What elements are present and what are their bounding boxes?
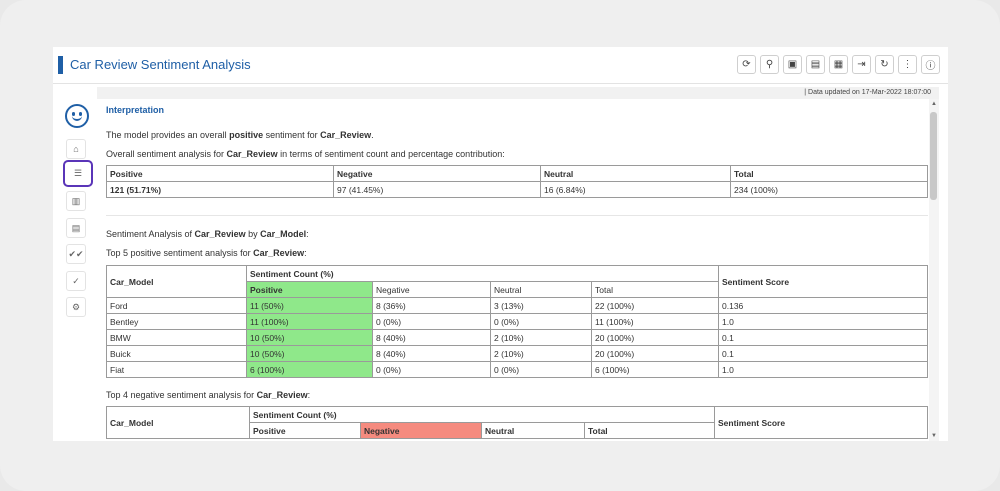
screen-frame: Car Review Sentiment Analysis ⟳ ⚲ ▣ ▤ ▦ … xyxy=(0,0,1000,491)
table-header: Negative xyxy=(333,165,541,182)
table-header: Total xyxy=(591,281,719,298)
table-header: Sentiment Score xyxy=(718,265,928,298)
table-header: Neutral xyxy=(490,281,592,298)
table-cell: 20 (100%) xyxy=(591,345,719,362)
table-row: Fiat 6 (100%) 0 (0%) 0 (0%) 6 (100%) 1.0 xyxy=(106,361,928,378)
divider xyxy=(106,215,928,216)
table-cell: 11 (100%) xyxy=(246,313,373,330)
list-icon[interactable]: ☰ xyxy=(63,160,93,187)
top-negative-title: Top 4 negative sentiment analysis for Ca… xyxy=(106,390,311,400)
report-panel: Car Review Sentiment Analysis ⟳ ⚲ ▣ ▤ ▦ … xyxy=(53,47,948,441)
export-icon[interactable]: ⇥ xyxy=(852,55,871,74)
table-cell: 234 (100%) xyxy=(730,181,928,198)
overall-sentiment-table: Positive Negative Neutral Total 121 (51.… xyxy=(106,165,928,198)
table-cell: 2 (10%) xyxy=(490,329,592,346)
table-cell: 11 (100%) xyxy=(591,313,719,330)
table-header: Sentiment Score xyxy=(714,406,928,439)
table-cell: 2 (10%) xyxy=(490,345,592,362)
check-icon[interactable]: ✓ xyxy=(66,271,86,291)
table-cell: Bentley xyxy=(106,313,247,330)
table-header: Positive xyxy=(106,165,334,182)
table-row: Bentley 11 (100%) 0 (0%) 0 (0%) 11 (100%… xyxy=(106,313,928,330)
table-cell: 0.136 xyxy=(718,297,928,314)
table-cell: 1.0 xyxy=(718,313,928,330)
table-icon[interactable]: ▥ xyxy=(66,191,86,211)
info-icon[interactable]: ⓘ xyxy=(921,55,940,74)
calendar-icon[interactable]: ▦ xyxy=(829,55,848,74)
negative-sentiment-table: Car_Model Sentiment Count (%) Sentiment … xyxy=(106,406,928,439)
table-cell: Ford xyxy=(106,297,247,314)
dots-grid-icon[interactable]: ⋮ xyxy=(898,55,917,74)
table-header: Neutral xyxy=(481,422,585,439)
overall-summary-text: The model provides an overall positive s… xyxy=(106,130,374,140)
table-header: Positive xyxy=(246,281,373,298)
top-positive-title: Top 5 positive sentiment analysis for Ca… xyxy=(106,248,307,258)
table-header: Neutral xyxy=(540,165,731,182)
table-row: Buick 10 (50%) 8 (40%) 2 (10%) 20 (100%)… xyxy=(106,345,928,362)
link-icon[interactable]: ⚲ xyxy=(760,55,779,74)
table-cell: 6 (100%) xyxy=(246,361,373,378)
table-cell: BMW xyxy=(106,329,247,346)
interpretation-heading: Interpretation xyxy=(106,105,165,115)
save-as-icon[interactable]: ▤ xyxy=(806,55,825,74)
scroll-thumb[interactable] xyxy=(930,112,937,200)
table-cell: 8 (40%) xyxy=(372,329,491,346)
positive-sentiment-table: Car_Model Sentiment Count (%) Sentiment … xyxy=(106,265,928,378)
table-cell: 0.1 xyxy=(718,345,928,362)
smiley-mouth xyxy=(72,115,82,121)
smiley-icon xyxy=(65,104,89,128)
table-cell: 0.1 xyxy=(718,329,928,346)
refresh-icon[interactable]: ⟳ xyxy=(737,55,756,74)
table-header: Car_Model xyxy=(106,406,250,439)
table-cell: 22 (100%) xyxy=(591,297,719,314)
table-header: Sentiment Count (%) xyxy=(246,265,719,282)
scroll-up-icon[interactable]: ▲ xyxy=(931,101,937,107)
double-check-icon[interactable]: ✔✔ xyxy=(66,244,86,264)
vertical-scrollbar[interactable]: ▲ ▼ xyxy=(929,99,939,441)
reload-icon[interactable]: ↻ xyxy=(875,55,894,74)
by-model-text: Sentiment Analysis of Car_Review by Car_… xyxy=(106,229,309,239)
table-cell: 8 (40%) xyxy=(372,345,491,362)
table-cell: 10 (50%) xyxy=(246,329,373,346)
table-row: Ford 11 (50%) 8 (36%) 3 (13%) 22 (100%) … xyxy=(106,297,928,314)
table-cell: 97 (41.45%) xyxy=(333,181,541,198)
table-header: Sentiment Count (%) xyxy=(249,406,715,423)
document-icon[interactable]: ▤ xyxy=(66,218,86,238)
table-cell: 6 (100%) xyxy=(591,361,719,378)
table-row: BMW 10 (50%) 8 (40%) 2 (10%) 20 (100%) 0… xyxy=(106,329,928,346)
table-cell: 0 (0%) xyxy=(490,361,592,378)
table-cell: 0 (0%) xyxy=(372,313,491,330)
table-cell: 121 (51.71%) xyxy=(106,181,334,198)
table-cell: 0 (0%) xyxy=(490,313,592,330)
table-cell: 8 (36%) xyxy=(372,297,491,314)
home-icon[interactable]: ⌂ xyxy=(66,139,86,159)
settings-icon[interactable]: ⚙ xyxy=(66,297,86,317)
table-header: Negative xyxy=(372,281,491,298)
table-header: Car_Model xyxy=(106,265,247,298)
table-cell: 3 (13%) xyxy=(490,297,592,314)
sidebar: ⌂ ☰ ▥ ▤ ✔✔ ✓ ⚙ xyxy=(53,84,97,441)
overall-analysis-text: Overall sentiment analysis for Car_Revie… xyxy=(106,149,505,159)
toolbar: ⟳ ⚲ ▣ ▤ ▦ ⇥ ↻ ⋮ ⓘ xyxy=(737,55,940,74)
report-content: | Data updated on 17-Mar-2022 18:07:00 I… xyxy=(97,85,939,441)
table-cell: Fiat xyxy=(106,361,247,378)
scroll-down-icon[interactable]: ▼ xyxy=(931,433,937,439)
table-header: Negative xyxy=(360,422,482,439)
table-cell: 10 (50%) xyxy=(246,345,373,362)
data-updated-label: | Data updated on 17-Mar-2022 18:07:00 xyxy=(97,87,939,99)
save-icon[interactable]: ▣ xyxy=(783,55,802,74)
table-cell: 0 (0%) xyxy=(372,361,491,378)
table-header: Total xyxy=(584,422,715,439)
table-cell: 11 (50%) xyxy=(246,297,373,314)
table-header: Positive xyxy=(249,422,361,439)
table-cell: 16 (6.84%) xyxy=(540,181,731,198)
table-header: Total xyxy=(730,165,928,182)
table-cell: 1.0 xyxy=(718,361,928,378)
header: Car Review Sentiment Analysis ⟳ ⚲ ▣ ▤ ▦ … xyxy=(53,47,948,84)
title-accent xyxy=(58,56,63,74)
table-cell: Buick xyxy=(106,345,247,362)
table-cell: 20 (100%) xyxy=(591,329,719,346)
page-title: Car Review Sentiment Analysis xyxy=(70,57,251,72)
